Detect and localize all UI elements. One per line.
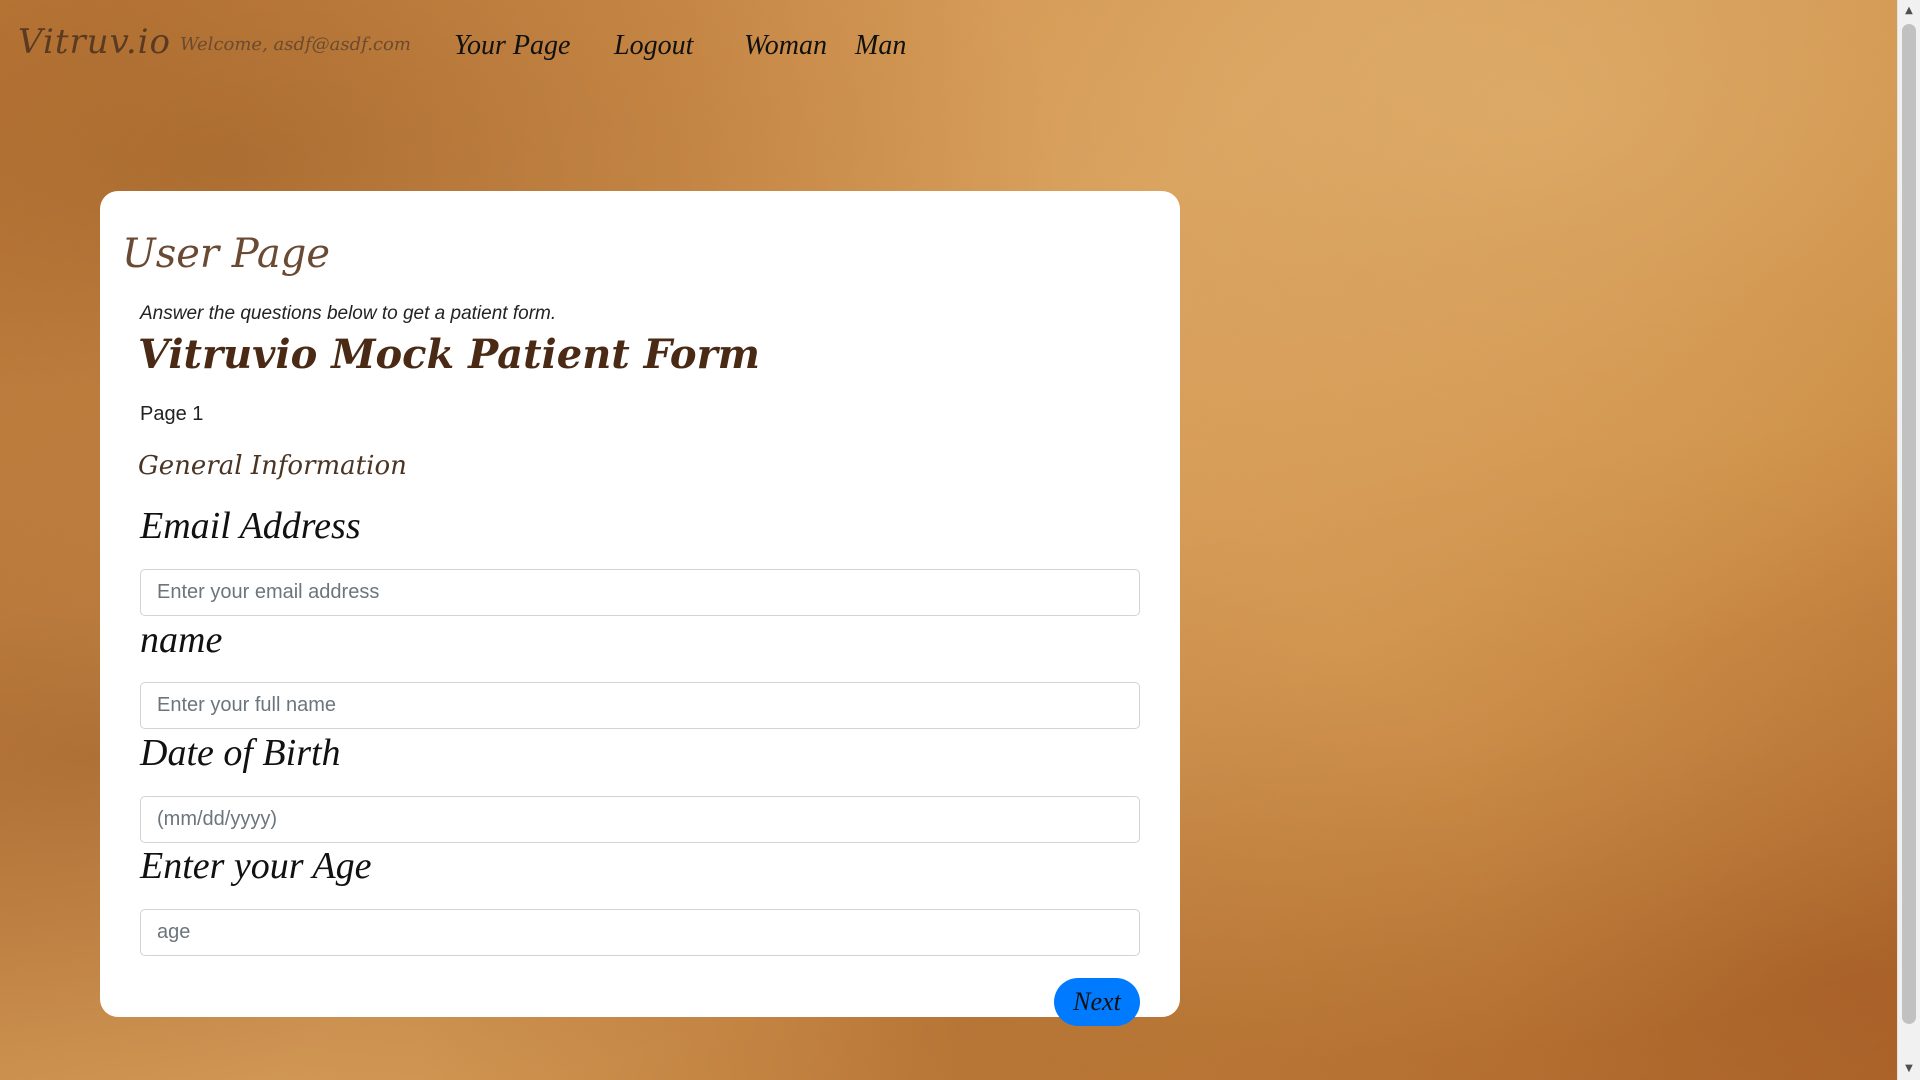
date-of-birth-input[interactable]	[140, 796, 1140, 843]
email-address-label: Email Address	[140, 505, 361, 547]
nav-link-your-page[interactable]: Your Page	[454, 30, 570, 62]
next-button[interactable]: Next	[1054, 978, 1140, 1026]
age-input[interactable]	[140, 909, 1140, 956]
nav-link-man[interactable]: Man	[855, 30, 906, 62]
welcome-text: Welcome, asdf@asdf.com	[180, 34, 411, 55]
section-title-general-information: General Information	[138, 451, 407, 481]
name-label: name	[140, 619, 223, 661]
top-navbar: Vitruv.io Welcome, asdf@asdf.com Your Pa…	[0, 0, 1898, 92]
nav-link-woman[interactable]: Woman	[744, 30, 827, 62]
form-title: Vitruvio Mock Patient Form	[138, 331, 760, 378]
age-label: Enter your Age	[140, 845, 372, 887]
page-scrollbar[interactable]: ▲ ▼	[1897, 0, 1920, 1080]
form-instructions: Answer the questions below to get a pati…	[140, 303, 557, 324]
page-title: User Page	[122, 231, 330, 277]
email-address-input[interactable]	[140, 569, 1140, 616]
scroll-thumb[interactable]	[1902, 24, 1916, 1024]
nav-link-logout[interactable]: Logout	[614, 30, 693, 62]
user-page-card: User Page Answer the questions below to …	[100, 191, 1180, 1026]
name-input[interactable]	[140, 682, 1140, 729]
date-of-birth-label: Date of Birth	[140, 732, 341, 774]
brand-logo-link[interactable]: Vitruv.io	[18, 22, 171, 62]
scroll-up-arrow-icon[interactable]: ▲	[1898, 0, 1920, 22]
scroll-down-arrow-icon[interactable]: ▼	[1898, 1058, 1920, 1080]
form-page-number: Page 1	[140, 403, 204, 425]
